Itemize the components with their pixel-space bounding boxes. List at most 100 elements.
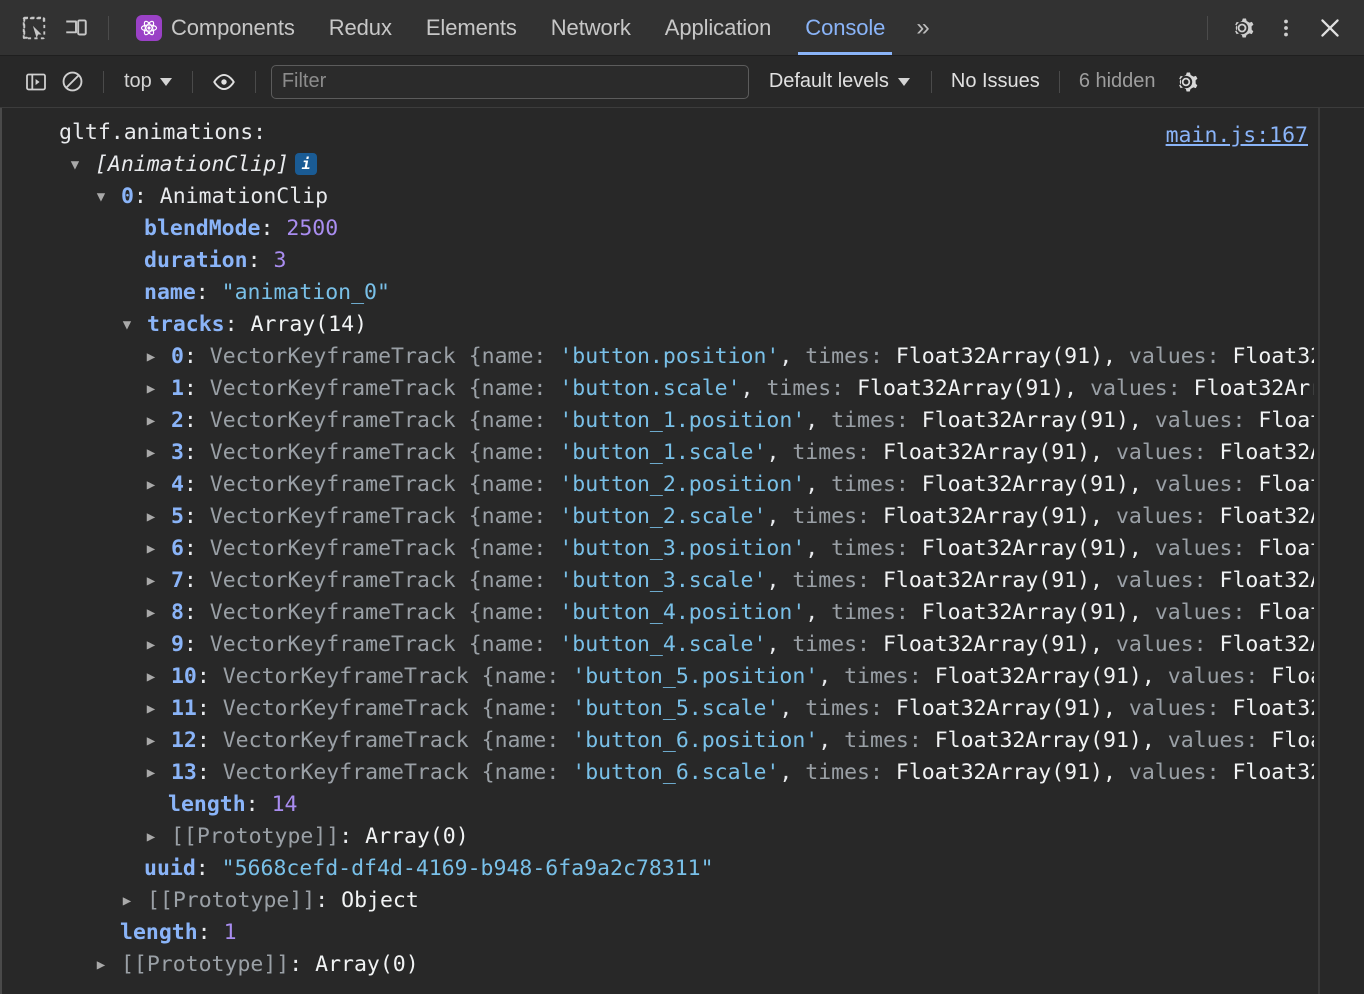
track-name-value: 'button_1.scale' (559, 440, 767, 465)
track-name-key: {name: (481, 664, 560, 689)
tab-components[interactable]: Components (119, 0, 312, 55)
log-levels-selector[interactable]: Default levels (761, 67, 918, 96)
track-name-value: 'button_4.scale' (559, 632, 767, 657)
track-times-value: Float32Array(91), (895, 344, 1116, 369)
disclosure-triangle-track[interactable] (144, 437, 158, 469)
log-row-array-prototype[interactable]: [[Prototype]]: Array(0) (2, 949, 1314, 981)
devtools-tabbar: Components Redux Elements Network Applic… (0, 0, 1364, 56)
source-link[interactable]: main.js:167 (1166, 120, 1308, 152)
track-times-key: times: (805, 344, 883, 369)
log-row-track[interactable]: 9: VectorKeyframeTrack {name: 'button_4.… (2, 629, 1314, 661)
disclosure-triangle-track[interactable] (144, 341, 158, 373)
track-times-key: times: (831, 600, 909, 625)
tab-label-console: Console (805, 14, 886, 40)
disclosure-triangle-track[interactable] (144, 757, 158, 789)
track-name-value: 'button_2.position' (559, 472, 806, 497)
info-badge-icon[interactable]: i (295, 153, 318, 175)
inspect-element-icon[interactable] (14, 8, 54, 48)
track-name-key: {name: (468, 536, 547, 561)
log-row-track[interactable]: 6: VectorKeyframeTrack {name: 'button_3.… (2, 533, 1314, 565)
disclosure-triangle-track[interactable] (144, 405, 158, 437)
tab-redux[interactable]: Redux (312, 0, 409, 55)
log-row-clip-prototype[interactable]: [[Prototype]]: Object (2, 885, 1314, 917)
filter-input[interactable] (270, 64, 749, 99)
track-type: VectorKeyframeTrack (222, 728, 469, 753)
disclosure-triangle-clip[interactable] (94, 181, 108, 213)
log-row-track[interactable]: 11: VectorKeyframeTrack {name: 'button_5… (2, 693, 1314, 725)
console-log-message[interactable]: main.js:167 gltf.animations: [AnimationC… (2, 108, 1364, 981)
track-values-key: values: (1115, 440, 1207, 465)
tabbar-left-tools (0, 0, 119, 55)
disclosure-triangle-tracks[interactable] (120, 309, 134, 341)
disclosure-triangle-track[interactable] (144, 533, 158, 565)
gear-icon (1235, 18, 1254, 37)
log-row-array-length: length: 1 (120, 920, 237, 945)
hidden-messages-counter[interactable]: 6 hidden (1073, 67, 1162, 96)
devtools-tab-list: Components Redux Elements Network Applic… (119, 0, 1197, 55)
log-row-track[interactable]: 4: VectorKeyframeTrack {name: 'button_2.… (2, 469, 1314, 501)
log-row-tracks-prototype[interactable]: [[Prototype]]: Array(0) (2, 821, 1314, 853)
track-times-key: times: (844, 664, 922, 689)
disclosure-triangle-track[interactable] (144, 725, 158, 757)
tab-network[interactable]: Network (534, 0, 648, 55)
log-row-track[interactable]: 2: VectorKeyframeTrack {name: 'button_1.… (2, 405, 1314, 437)
track-name-key: {name: (468, 408, 547, 433)
track-name-key: {name: (481, 696, 560, 721)
log-row-track[interactable]: 10: VectorKeyframeTrack {name: 'button_5… (2, 661, 1314, 693)
track-values-key: values: (1115, 632, 1207, 657)
disclosure-triangle-array[interactable] (68, 149, 82, 181)
console-sidebar-toggle-icon[interactable] (18, 65, 54, 99)
track-values-key: values: (1090, 376, 1181, 401)
track-values-key: values: (1167, 728, 1259, 753)
track-index: 8 (170, 600, 184, 625)
track-type: VectorKeyframeTrack (222, 760, 469, 785)
tab-elements[interactable]: Elements (409, 0, 534, 55)
track-times-key: times: (805, 760, 883, 785)
react-logo-icon (136, 14, 162, 41)
disclosure-triangle-clip-proto[interactable] (120, 885, 134, 917)
close-devtools-icon[interactable] (1310, 8, 1350, 48)
gear-icon (1178, 72, 1197, 91)
track-values-key: values: (1167, 664, 1259, 689)
live-expression-icon[interactable] (206, 65, 242, 99)
log-row-tracks[interactable]: tracks: Array(14) (2, 309, 1314, 341)
clear-console-icon[interactable] (54, 65, 90, 99)
device-toolbar-icon[interactable] (56, 8, 96, 48)
log-row-track[interactable]: 7: VectorKeyframeTrack {name: 'button_3.… (2, 565, 1314, 597)
track-times-key: times: (831, 536, 909, 561)
tab-console[interactable]: Console (788, 0, 902, 55)
more-tabs-icon[interactable]: » (902, 0, 941, 55)
issues-counter[interactable]: No Issues (945, 67, 1046, 96)
log-row-track[interactable]: 12: VectorKeyframeTrack {name: 'button_6… (2, 725, 1314, 757)
track-values-key: values: (1154, 472, 1246, 497)
settings-gear-icon[interactable] (1222, 8, 1262, 48)
disclosure-triangle-track[interactable] (144, 373, 158, 405)
log-row-track[interactable]: 3: VectorKeyframeTrack {name: 'button_1.… (2, 437, 1314, 469)
disclosure-triangle-track[interactable] (144, 597, 158, 629)
disclosure-triangle-track[interactable] (144, 693, 158, 725)
disclosure-triangle-track[interactable] (144, 565, 158, 597)
execution-context-selector[interactable]: top (117, 67, 179, 96)
track-times-key: times: (831, 408, 909, 433)
track-index: 13 (170, 760, 197, 785)
disclosure-triangle-track[interactable] (144, 501, 158, 533)
disclosure-triangle-tracks-proto[interactable] (144, 821, 158, 853)
console-settings-gear-icon[interactable] (1168, 65, 1204, 99)
track-name-value: 'button_6.position' (572, 728, 819, 753)
disclosure-triangle-track[interactable] (144, 469, 158, 501)
disclosure-triangle-track[interactable] (144, 661, 158, 693)
disclosure-triangle-track[interactable] (144, 629, 158, 661)
kebab-menu-icon[interactable] (1266, 8, 1306, 48)
track-type: VectorKeyframeTrack (209, 600, 456, 625)
log-row-clip[interactable]: 0: AnimationClip (2, 181, 1314, 213)
track-values-value: Float32Array(273) (1258, 472, 1314, 497)
log-row-track[interactable]: 1: VectorKeyframeTrack {name: 'button.sc… (2, 373, 1314, 405)
log-row-array[interactable]: [AnimationClip]i (2, 149, 1314, 181)
log-row-track[interactable]: 8: VectorKeyframeTrack {name: 'button_4.… (2, 597, 1314, 629)
tab-application[interactable]: Application (648, 0, 789, 55)
log-row-track[interactable]: 0: VectorKeyframeTrack {name: 'button.po… (2, 341, 1314, 373)
log-row-track[interactable]: 13: VectorKeyframeTrack {name: 'button_6… (2, 757, 1314, 789)
log-row-track[interactable]: 5: VectorKeyframeTrack {name: 'button_2.… (2, 501, 1314, 533)
tab-label-network: Network (550, 14, 631, 40)
disclosure-triangle-array-proto[interactable] (94, 949, 108, 981)
